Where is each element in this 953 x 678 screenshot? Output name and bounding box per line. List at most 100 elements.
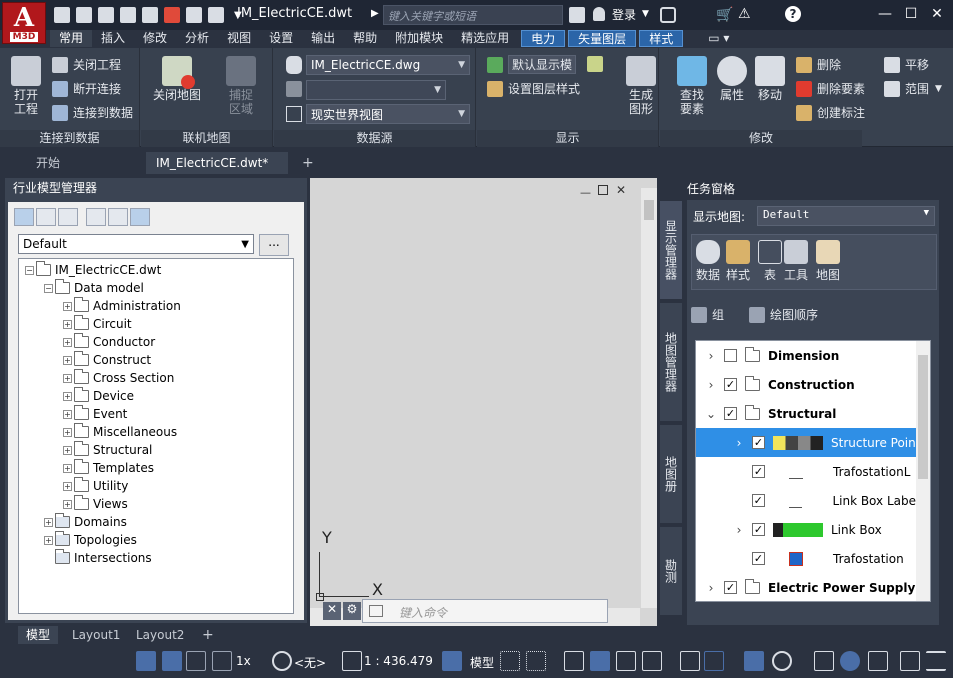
tree-node[interactable]: + Utility <box>63 477 128 495</box>
visibility-checkbox[interactable]: ✓ <box>724 378 737 391</box>
select-icon[interactable] <box>36 208 56 226</box>
close-project-button[interactable]: 关闭工程 <box>52 56 121 73</box>
chevron-right-icon[interactable]: › <box>732 436 746 450</box>
range-button[interactable]: 范围 ▼ <box>884 80 942 97</box>
tab-survey[interactable]: 勘测 <box>659 526 683 616</box>
annotation-scale-icon[interactable] <box>212 651 232 671</box>
ribbon-minimize-toggle[interactable]: ▭ ▾ <box>699 30 738 47</box>
snap-grid-icon[interactable] <box>526 651 546 671</box>
tab-model[interactable]: 模型 <box>18 626 59 644</box>
expand-icon[interactable]: + <box>63 409 72 419</box>
layer-row[interactable]: ✓ Trafostation <box>696 544 916 573</box>
minimize-button[interactable]: — <box>874 4 896 24</box>
delete-button[interactable]: 删除 <box>796 56 841 73</box>
pan-button[interactable]: 平移 <box>884 56 929 73</box>
ucs-selector[interactable]: <无> <box>294 654 326 671</box>
grid-icon[interactable] <box>500 651 520 671</box>
sign-in-button[interactable]: 登录 <box>612 6 636 23</box>
capture-area-button[interactable]: 捕捉 区域 <box>221 56 261 116</box>
tools-button[interactable]: 工具 <box>784 240 808 283</box>
datasource-select[interactable]: IM_ElectricCE.dwg ▼ <box>306 55 470 75</box>
tree-node[interactable]: + Conductor <box>63 333 155 351</box>
tree-node[interactable]: − Data model <box>44 279 144 297</box>
disconnect-button[interactable]: 断开连接 <box>52 80 121 97</box>
autodesk-a360-icon[interactable] <box>164 7 180 23</box>
layer-row[interactable]: › ✓ Structure Poin <box>696 428 916 457</box>
tree-node[interactable]: + Templates <box>63 459 154 477</box>
profile-select[interactable]: Default ▼ <box>18 234 254 254</box>
save-as-icon[interactable] <box>120 7 136 23</box>
move-button[interactable]: 移动 <box>754 56 786 102</box>
object-snap-icon[interactable] <box>704 651 724 671</box>
tab-map-explorer[interactable]: 地图管理器 <box>659 302 683 422</box>
find-feature-button[interactable]: 查找 要素 <box>672 56 712 116</box>
generate-graph-button[interactable]: 生成 图形 <box>621 56 661 116</box>
layer-row[interactable]: › ✓ Link Box <box>696 515 916 544</box>
visibility-checkbox[interactable] <box>724 349 737 362</box>
tab-current-drawing[interactable]: IM_ElectricCE.dwt* ✕ <box>146 152 288 192</box>
expand-icon[interactable]: + <box>44 535 53 545</box>
visibility-checkbox[interactable]: ✓ <box>724 407 737 420</box>
ortho-mode-icon[interactable] <box>616 651 636 671</box>
tree-node[interactable]: + Construct <box>63 351 151 369</box>
delete-feature-button[interactable]: 删除要素 <box>796 80 865 97</box>
chevron-right-icon[interactable]: › <box>732 523 746 537</box>
expand-icon[interactable]: + <box>63 373 72 383</box>
vertical-scrollbar[interactable] <box>641 188 657 608</box>
binoculars-icon[interactable] <box>569 7 585 23</box>
expand-icon[interactable]: + <box>63 355 72 365</box>
filter-icon[interactable] <box>58 208 78 226</box>
isolate-objects-icon[interactable] <box>840 651 860 671</box>
create-annotation-button[interactable]: 创建标注 <box>796 104 865 121</box>
search-input[interactable]: 键入关键字或短语 <box>383 5 563 25</box>
tab-layout2[interactable]: Layout2 <box>128 626 192 644</box>
add-layout-button[interactable]: + <box>194 626 222 644</box>
expand-icon[interactable]: + <box>63 481 72 491</box>
redo-icon[interactable] <box>208 7 224 23</box>
dynamic-input-icon[interactable] <box>590 651 610 671</box>
collapse-icon[interactable]: − <box>44 283 53 293</box>
tab-layout1[interactable]: Layout1 <box>64 626 128 644</box>
tree-node[interactable]: + Structural <box>63 441 152 459</box>
globe-icon[interactable] <box>272 651 292 671</box>
command-input[interactable]: 键入命令 <box>399 604 447 621</box>
open-project-button[interactable]: 打开 工程 <box>6 56 46 116</box>
tree-node[interactable]: − IM_ElectricCE.dwt <box>25 261 161 279</box>
report-icon[interactable] <box>108 208 128 226</box>
settings-gear-icon[interactable] <box>772 651 792 671</box>
close-map-button[interactable]: 关闭地图 <box>149 56 205 102</box>
expand-icon[interactable]: + <box>63 319 72 329</box>
collapse-icon[interactable]: − <box>25 265 34 275</box>
layer-row[interactable]: › ✓ Construction <box>696 370 916 399</box>
snap-toggle-icon[interactable] <box>136 651 156 671</box>
default-display-button[interactable]: 默认显示模 <box>487 55 577 74</box>
viewport-minimize-icon[interactable]: — <box>580 186 591 199</box>
validate-icon[interactable] <box>86 208 106 226</box>
drawing-scale[interactable]: 1 : 436.479 <box>364 654 433 668</box>
connect-data-button[interactable]: 连接到数据 <box>52 104 133 121</box>
expand-icon[interactable]: + <box>63 337 72 347</box>
new-file-icon[interactable] <box>54 7 70 23</box>
zoom-level[interactable]: 1x <box>236 654 251 668</box>
tree-node[interactable]: + Cross Section <box>63 369 174 387</box>
visibility-checkbox[interactable]: ✓ <box>752 436 765 449</box>
view-select[interactable]: 现实世界视图 ▼ <box>306 104 470 124</box>
tree-node[interactable]: + Circuit <box>63 315 132 333</box>
search-arrow-icon[interactable]: ▶ <box>371 8 379 19</box>
tab-home[interactable]: 常用 <box>50 30 93 47</box>
infer-constraints-icon[interactable] <box>564 651 584 671</box>
edit-icon[interactable] <box>130 208 150 226</box>
connect-icon[interactable] <box>14 208 34 226</box>
cloud-connect-icon[interactable]: ⚠ <box>738 6 751 22</box>
ortho-icon[interactable] <box>162 651 182 671</box>
drawing-canvas[interactable]: — ✕ Y X ✕ ⚙ 键入命令 <box>310 178 657 626</box>
tab-modify[interactable]: 修改 <box>134 30 176 47</box>
chevron-right-icon[interactable]: › <box>704 349 718 363</box>
hardware-accel-icon[interactable] <box>868 651 888 671</box>
visibility-checkbox[interactable]: ✓ <box>752 465 765 478</box>
expand-icon[interactable]: + <box>63 499 72 509</box>
expand-icon[interactable]: + <box>63 427 72 437</box>
help-icon[interactable]: ? <box>785 6 801 22</box>
tab-display-manager[interactable]: 显示管理器 <box>659 200 683 300</box>
save-icon[interactable] <box>98 7 114 23</box>
